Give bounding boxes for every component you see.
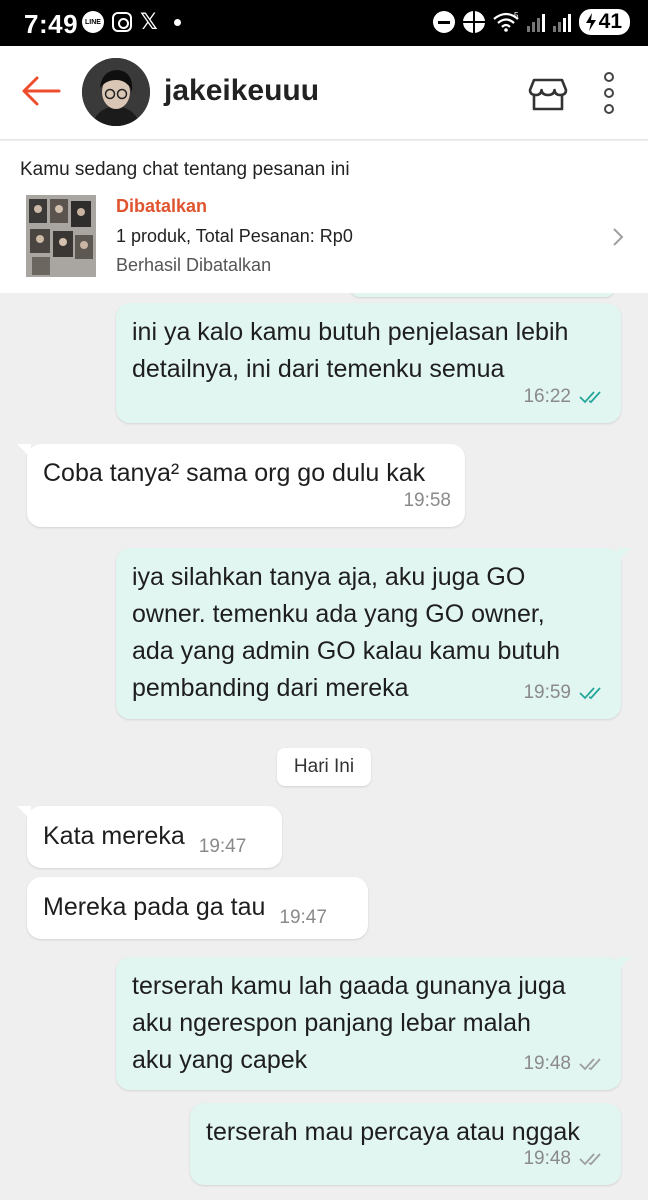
message-time: 19:59: [523, 682, 571, 703]
ball-icon: [462, 11, 485, 33]
message-line: terserah kamu lah gaada gunanya juga: [132, 972, 566, 1000]
read-double-check-icon: [579, 390, 601, 403]
avatar-photo: [82, 58, 150, 126]
battery-charging-icon: 41: [578, 9, 630, 35]
signal-icon-2: [552, 12, 571, 32]
message-line: iya silahkan tanya aja, aku juga GO: [132, 563, 526, 591]
order-summary: 1 produk, Total Pesanan: Rp0: [116, 226, 353, 246]
outgoing-message[interactable]: ini ya kalo kamu butuh penjelasan lebih …: [116, 303, 621, 423]
status-time: 7:49: [24, 9, 79, 39]
more-options-button[interactable]: [596, 68, 622, 118]
arrow-left-icon: [22, 76, 61, 106]
message-time: 19:47: [279, 907, 327, 928]
message-text: Coba tanya² sama org go dulu kak: [43, 459, 426, 487]
sent-double-check-icon: [579, 1057, 601, 1070]
message-time: 19:48: [523, 1053, 571, 1074]
photocard-image: [26, 195, 96, 277]
message-meta: 19:59: [523, 674, 607, 711]
status-bar: 7:49 LINE 𝕏 5 41: [0, 0, 648, 46]
x-icon: 𝕏: [140, 9, 158, 34]
message-text: Kata mereka: [43, 822, 185, 850]
message-meta: 16:22: [523, 378, 607, 415]
chat-header: jakeikeuuu: [0, 46, 648, 140]
message-time: 19:58: [403, 490, 451, 511]
chevron-right-icon[interactable]: [606, 223, 630, 251]
message-time: 19:48: [523, 1148, 571, 1169]
chat-username[interactable]: jakeikeuuu: [164, 74, 319, 108]
order-card[interactable]: Kamu sedang chat tentang pesanan ini Dib…: [0, 141, 648, 293]
message-meta: 19:48: [523, 1045, 607, 1082]
back-button[interactable]: [18, 68, 64, 114]
line-icon: LINE: [82, 11, 104, 33]
notification-dot: [173, 18, 181, 26]
message-time: 16:22: [523, 386, 571, 407]
sent-double-check-icon: [579, 1152, 601, 1165]
message-line: ada yang admin GO kalau kamu butuh: [132, 637, 561, 665]
shop-button[interactable]: [526, 72, 570, 116]
instagram-icon: [112, 12, 132, 32]
chat-messages[interactable]: ini ya kalo kamu butuh penjelasan lebih …: [0, 293, 648, 1200]
dnd-icon: [432, 11, 455, 33]
incoming-message[interactable]: Kata mereka 19:47: [17, 806, 282, 868]
order-status: Dibatalkan: [116, 196, 208, 216]
system-icons: 5 41: [432, 9, 630, 35]
outgoing-message[interactable]: terserah kamu lah gaada gunanya juga aku…: [116, 957, 631, 1090]
message-line: aku ngerespon panjang lebar malah: [132, 1009, 531, 1037]
incoming-message[interactable]: Mereka pada ga tau 19:47: [27, 877, 368, 939]
incoming-message[interactable]: Coba tanya² sama org go dulu kak 19:58: [17, 444, 465, 527]
message-line: owner. temenku ada yang GO owner,: [132, 600, 545, 628]
more-vertical-icon-dot: [604, 88, 614, 98]
message-time: 19:47: [198, 836, 247, 857]
more-vertical-icon-dot: [604, 72, 614, 82]
read-double-check-icon: [579, 686, 601, 699]
outgoing-message[interactable]: terserah mau percaya atau nggak 19:48: [190, 1103, 621, 1185]
wifi-icon: 5: [492, 12, 519, 32]
message-meta: 19:48: [523, 1140, 607, 1177]
notification-icons: LINE 𝕏: [82, 11, 181, 33]
message-meta: 19:47: [199, 828, 247, 865]
message-line: ini ya kalo kamu butuh penjelasan lebih: [132, 318, 569, 346]
avatar[interactable]: [82, 58, 150, 126]
more-vertical-icon-dot: [604, 104, 614, 114]
battery-level: 41: [598, 10, 622, 33]
order-context-title: Kamu sedang chat tentang pesanan ini: [20, 159, 350, 180]
shop-icon: [528, 78, 568, 111]
order-note: Berhasil Dibatalkan: [116, 255, 272, 275]
message-meta: 19:47: [279, 899, 327, 936]
signal-icon: [526, 12, 545, 32]
message-meta: 19:58: [403, 482, 451, 519]
charging-bolt-icon: [585, 13, 596, 31]
product-thumbnail: [26, 195, 96, 277]
date-separator: Hari Ini: [277, 748, 371, 786]
message-text: Mereka pada ga tau: [43, 893, 266, 921]
outgoing-message[interactable]: iya silahkan tanya aja, aku juga GO owne…: [116, 548, 631, 719]
previous-message-edge: [350, 293, 615, 297]
signal-label: 5: [514, 12, 519, 20]
